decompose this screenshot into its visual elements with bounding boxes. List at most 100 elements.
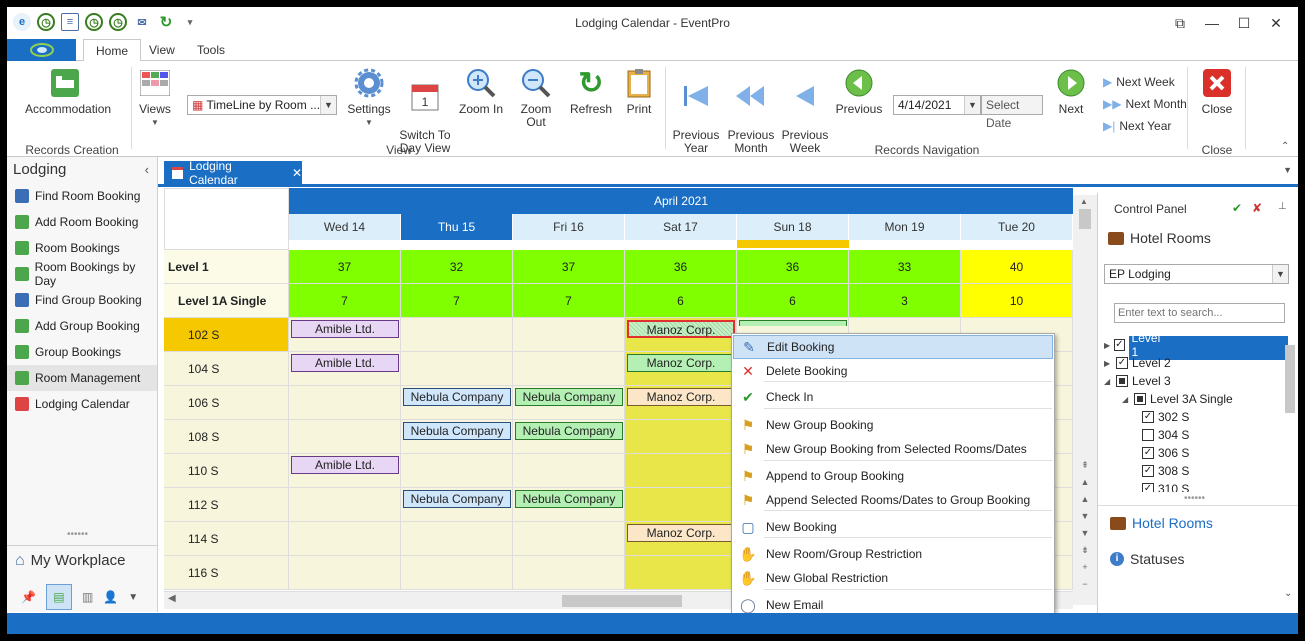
tab-view[interactable]: View (137, 39, 187, 61)
room-day-cell[interactable] (401, 318, 513, 352)
chevron-down-icon[interactable]: ▼ (128, 592, 138, 603)
tree-node[interactable]: ◢ Level 3 (1098, 372, 1278, 390)
tree-node[interactable]: 304 S (1098, 426, 1278, 444)
print-button[interactable]: Print (619, 67, 659, 116)
room-day-cell[interactable] (401, 352, 513, 386)
menu-item-append-to-group-booking[interactable]: ⚑ Append to Group Booking (733, 464, 1053, 488)
menu-item-delete-booking[interactable]: ✕ Delete Booking (733, 359, 1053, 383)
app-menu-button[interactable] (7, 39, 76, 61)
views-button[interactable]: Views ▼ (135, 67, 175, 129)
scroll-thumb[interactable] (1079, 209, 1091, 229)
menu-item-new-group-booking[interactable]: ⚑ New Group Booking (733, 413, 1053, 437)
checkbox[interactable] (1142, 429, 1154, 441)
day-header[interactable]: Fri 16 (513, 214, 625, 240)
booking-item[interactable]: Amible Ltd. (291, 456, 399, 474)
tree-node[interactable]: ✓ 306 S (1098, 444, 1278, 462)
chevron-down-icon[interactable]: ▼ (320, 96, 336, 114)
booking-item[interactable]: Nebula Company (515, 422, 623, 440)
menu-item-new-room-group-restriction[interactable]: ✋ New Room/Group Restriction (733, 542, 1053, 566)
sidebar-item-room-bookings[interactable]: Room Bookings (7, 235, 157, 261)
chevron-down-icon[interactable]: ▼ (1272, 265, 1288, 283)
room-day-cell[interactable] (625, 420, 737, 454)
tab-tools[interactable]: Tools (185, 39, 237, 61)
booking-item[interactable]: Nebula Company (403, 422, 511, 440)
room-day-cell[interactable] (289, 386, 401, 420)
sidebar-item-group-bookings[interactable]: Group Bookings (7, 339, 157, 365)
scroll-thumb[interactable] (562, 595, 682, 607)
booking-item[interactable]: Amible Ltd. (291, 320, 399, 338)
day-header[interactable]: Tue 20 (961, 214, 1073, 240)
factory-icon[interactable]: ▥ (82, 590, 93, 604)
previous-button[interactable]: Previous (835, 67, 883, 116)
level-count-cell[interactable]: 7 (289, 284, 401, 318)
splitter-grip-icon[interactable]: •••••• (67, 529, 88, 540)
minimize-button[interactable]: — (1196, 11, 1228, 35)
tabs-dropdown-icon[interactable]: ▼ (1283, 165, 1292, 175)
collapse-ribbon-icon[interactable]: ⌃ (1281, 141, 1289, 152)
room-row-label[interactable]: 102 S (164, 318, 289, 352)
menu-item-new-booking[interactable]: ▢ New Booking (733, 515, 1053, 539)
level-count-cell[interactable]: 37 (289, 250, 401, 284)
expand-icon[interactable]: ▶ (1104, 341, 1110, 350)
close-button[interactable]: Close (1195, 67, 1239, 116)
check-all-icon[interactable]: ✔ (1232, 201, 1242, 215)
expand-icon[interactable]: ▶ (1104, 359, 1112, 368)
booking-item[interactable]: Manoz Corp. (627, 320, 735, 338)
chevron-down-icon[interactable]: ▼ (964, 96, 980, 114)
expanded-icon[interactable]: ◢ (1122, 395, 1130, 404)
room-day-cell[interactable] (625, 454, 737, 488)
day-header[interactable]: Sun 18 (737, 214, 849, 240)
room-day-cell[interactable] (289, 488, 401, 522)
hotel-rooms-link[interactable]: Hotel Rooms (1110, 515, 1213, 531)
room-row-label[interactable]: 116 S (164, 556, 289, 590)
room-day-cell[interactable] (625, 488, 737, 522)
sidebar-item-room-bookings-by-day[interactable]: Room Bookings by Day (7, 260, 157, 288)
tree-node[interactable]: ✓ 310 S (1098, 480, 1278, 492)
room-row-label[interactable]: 106 S (164, 386, 289, 420)
next-week-button[interactable]: ▶ Next Week (1103, 75, 1175, 89)
pin-icon[interactable]: ⊥ (1278, 201, 1287, 212)
checkbox[interactable] (1134, 393, 1146, 405)
room-row-label[interactable]: 112 S (164, 488, 289, 522)
room-row-label[interactable]: 114 S (164, 522, 289, 556)
level-count-cell[interactable]: 3 (849, 284, 961, 318)
menu-item-append-selected-rooms-dates-to-group-booking[interactable]: ⚑ Append Selected Rooms/Dates to Group Bo… (733, 488, 1053, 512)
pin-icon[interactable]: 📌 (21, 590, 36, 604)
booking-item[interactable]: Amible Ltd. (291, 354, 399, 372)
day-header[interactable]: Thu 15 (401, 214, 513, 240)
level-count-cell[interactable]: 33 (849, 250, 961, 284)
level-count-cell[interactable]: 36 (625, 250, 737, 284)
sidebar-item-find-group-booking[interactable]: Find Group Booking (7, 287, 157, 313)
level-count-cell[interactable]: 36 (737, 250, 849, 284)
room-day-cell[interactable] (513, 556, 625, 590)
day-header[interactable]: Sat 17 (625, 214, 737, 240)
room-day-cell[interactable] (513, 352, 625, 386)
sidebar-item-add-room-booking[interactable]: Add Room Booking (7, 209, 157, 235)
room-day-cell[interactable] (401, 522, 513, 556)
next-month-button[interactable]: ▶▶ Next Month (1103, 97, 1187, 111)
scroll-nav-buttons[interactable]: ⇞ ▲ ▲ ▼ ▼ ⇟ + − (1079, 457, 1091, 593)
menu-item-check-in[interactable]: ✔ Check In (733, 385, 1053, 409)
level-count-cell[interactable]: 7 (513, 284, 625, 318)
level-count-cell[interactable]: 7 (401, 284, 513, 318)
checkbox[interactable] (1116, 375, 1128, 387)
checkbox[interactable]: ✓ (1142, 447, 1154, 459)
room-day-cell[interactable] (513, 318, 625, 352)
sidebar-item-add-group-booking[interactable]: Add Group Booking (7, 313, 157, 339)
vertical-scrollbar[interactable]: ▲ ⇞ ▲ ▲ ▼ ▼ ⇟ + − (1073, 195, 1097, 605)
statuses-link[interactable]: i Statuses (1110, 551, 1184, 567)
sidebar-item-room-management[interactable]: Room Management (7, 365, 157, 391)
close-window-button[interactable]: ✕ (1260, 11, 1292, 35)
booking-item[interactable]: Nebula Company (515, 490, 623, 508)
accommodation-button[interactable]: Accommodation (25, 67, 111, 116)
lodging-combo[interactable]: EP Lodging ▼ (1104, 264, 1289, 284)
tree-node[interactable]: ✓ 308 S (1098, 462, 1278, 480)
settings-button[interactable]: Settings ▼ (347, 67, 391, 129)
booking-item[interactable] (739, 320, 847, 326)
room-row-label[interactable]: 110 S (164, 454, 289, 488)
room-day-cell[interactable] (289, 556, 401, 590)
restore-ribbon-icon[interactable]: ⧉ (1164, 11, 1196, 35)
checkbox[interactable]: ✓ (1116, 357, 1128, 369)
room-day-cell[interactable] (513, 522, 625, 556)
room-day-cell[interactable] (513, 454, 625, 488)
